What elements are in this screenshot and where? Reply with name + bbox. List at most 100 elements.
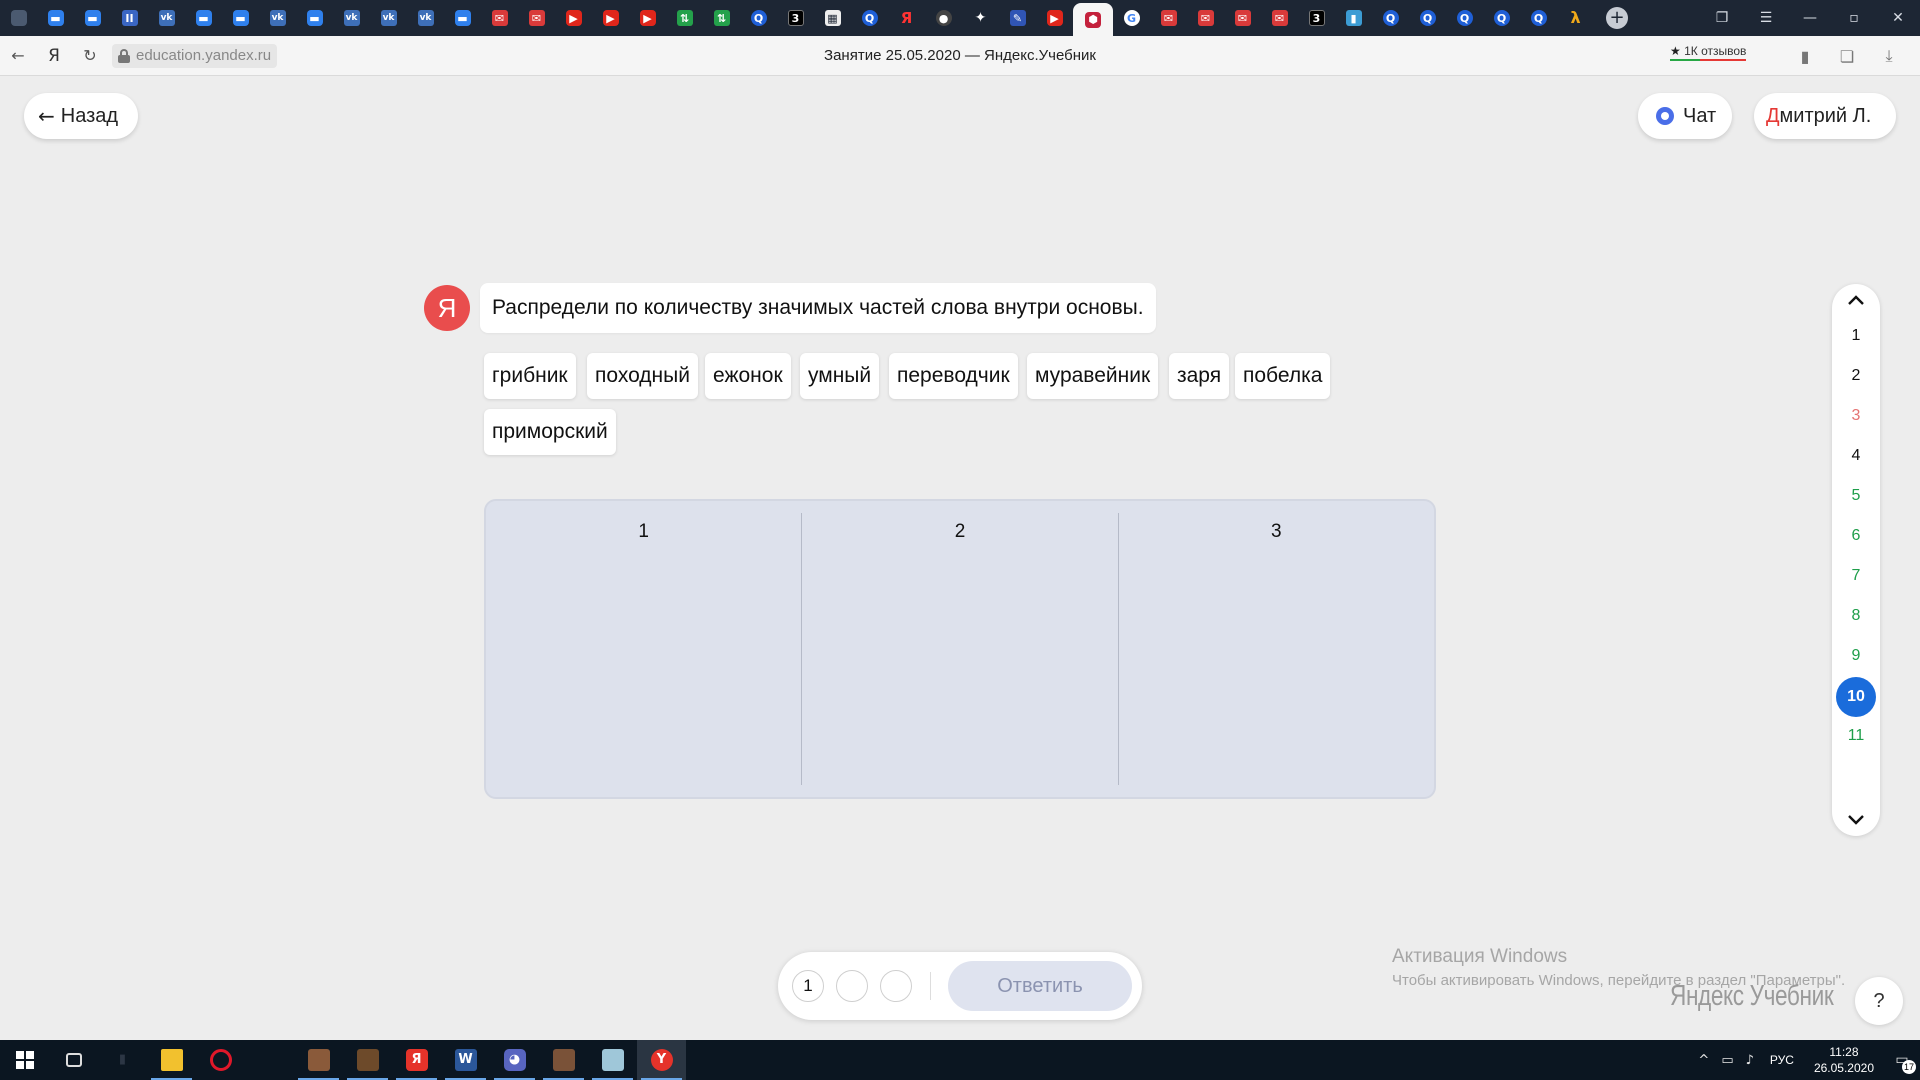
taskbar-app-game-3[interactable] (539, 1040, 588, 1080)
taskbar-app-opera[interactable] (196, 1040, 245, 1080)
clock[interactable]: 11:28 26.05.2020 (1814, 1044, 1874, 1076)
language-indicator[interactable]: РУС (1770, 1053, 1794, 1067)
browser-tab[interactable]: Q (740, 0, 777, 36)
question-number-4[interactable]: 4 (1832, 436, 1880, 476)
browser-tab[interactable]: ▬ (37, 0, 74, 36)
reviews-badge[interactable]: ★ 1К отзывов (1670, 44, 1747, 61)
browser-tab[interactable]: ▮ (1335, 0, 1372, 36)
close-icon[interactable]: ✕ (1876, 10, 1920, 26)
chevron-up-icon[interactable]: ^ (1698, 1053, 1709, 1068)
question-number-6[interactable]: 6 (1832, 516, 1880, 556)
help-button[interactable]: ? (1855, 977, 1903, 1025)
browser-tab[interactable]: Q (851, 0, 888, 36)
notifications-button[interactable]: ▭ 17 (1884, 1040, 1920, 1080)
taskbar-app-ghost[interactable]: ▮ (98, 1040, 147, 1080)
browser-tab[interactable]: Q (1446, 0, 1483, 36)
browser-tab[interactable]: ▶ (1036, 0, 1073, 36)
back-arrow-icon[interactable]: ← (0, 36, 36, 76)
download-icon[interactable]: ⤓ (1868, 46, 1910, 66)
restore-icon[interactable]: ▫ (1832, 10, 1876, 26)
browser-tab[interactable]: ✉ (518, 0, 555, 36)
taskbar-app-game-2[interactable] (343, 1040, 392, 1080)
word-chip-2[interactable]: ежонок (705, 353, 791, 399)
browser-tab[interactable]: ▶ (592, 0, 629, 36)
word-chip-7[interactable]: побелка (1235, 353, 1331, 399)
question-number-11[interactable]: 11 (1832, 716, 1880, 756)
word-chip-0[interactable]: грибник (484, 353, 576, 399)
browser-tab[interactable]: Я (888, 0, 925, 36)
browser-tab[interactable]: ✉ (1261, 0, 1298, 36)
browser-tab[interactable]: ✦ (962, 0, 999, 36)
taskbar-app-game[interactable] (294, 1040, 343, 1080)
word-chip-4[interactable]: переводчик (889, 353, 1018, 399)
chevron-down-icon[interactable] (1832, 814, 1880, 826)
browser-tab[interactable]: ▬ (222, 0, 259, 36)
collections-icon[interactable]: ❏ (1826, 47, 1868, 66)
browser-tab[interactable]: vk (370, 0, 407, 36)
url-field[interactable]: education.yandex.ru (112, 43, 278, 68)
taskbar-app-yandex[interactable]: Я (392, 1040, 441, 1080)
browser-tab[interactable]: ▶ (629, 0, 666, 36)
word-chip-3[interactable]: умный (800, 353, 880, 399)
taskbar-app-blank[interactable] (245, 1040, 294, 1080)
taskbar-app-discord[interactable]: ◕ (490, 1040, 539, 1080)
browser-tab[interactable]: II (111, 0, 148, 36)
browser-tab[interactable] (0, 0, 37, 36)
browser-tab[interactable]: Q (1372, 0, 1409, 36)
browser-tab[interactable]: ▶ (555, 0, 592, 36)
question-number-5[interactable]: 5 (1832, 476, 1880, 516)
browser-tab[interactable]: ✉ (1187, 0, 1224, 36)
question-number-3[interactable]: 3 (1832, 396, 1880, 436)
word-chip-6[interactable]: заря (1169, 353, 1230, 399)
yandex-home-icon[interactable]: Я (36, 36, 72, 76)
browser-tab[interactable]: 3 (777, 0, 814, 36)
word-chip-1[interactable]: походный (587, 353, 698, 399)
taskbar-app-notepad[interactable] (588, 1040, 637, 1080)
browser-tab[interactable]: ✉ (1150, 0, 1187, 36)
chat-button[interactable]: Чат (1638, 93, 1732, 139)
browser-tab[interactable]: ▦ (814, 0, 851, 36)
taskbar-app-yandex-browser[interactable]: Y (637, 1040, 686, 1080)
reload-icon[interactable]: ↻ (72, 36, 108, 76)
back-button[interactable]: ← Назад (24, 93, 138, 139)
volume-icon[interactable]: ♪ (1746, 1053, 1754, 1068)
question-number-1[interactable]: 1 (1832, 316, 1880, 356)
browser-tab[interactable]: λ (1557, 0, 1594, 36)
question-number-7[interactable]: 7 (1832, 556, 1880, 596)
browser-tab[interactable]: ▬ (444, 0, 481, 36)
question-number-2[interactable]: 2 (1832, 356, 1880, 396)
browser-tab[interactable]: ⇅ (703, 0, 740, 36)
browser-tab[interactable]: G (1113, 0, 1150, 36)
browser-tab[interactable]: ▬ (74, 0, 111, 36)
menu-icon[interactable]: ☰ (1744, 10, 1788, 26)
column-drop-zone[interactable] (1119, 553, 1434, 785)
browser-tab[interactable]: ✉ (481, 0, 518, 36)
browser-tab[interactable]: ⬢ (1073, 3, 1113, 36)
question-number-10[interactable]: 10 (1832, 677, 1880, 717)
column-drop-zone[interactable] (486, 553, 801, 785)
browser-tab[interactable]: ▬ (185, 0, 222, 36)
browser-tab[interactable]: ▬ (296, 0, 333, 36)
taskbar-app-explorer[interactable] (147, 1040, 196, 1080)
task-view-button[interactable] (49, 1040, 98, 1080)
browser-tab[interactable]: vk (333, 0, 370, 36)
browser-tab[interactable]: ✎ (999, 0, 1036, 36)
browser-tab[interactable]: vk (259, 0, 296, 36)
browser-tab[interactable]: Q (1409, 0, 1446, 36)
word-chip-8[interactable]: приморский (484, 409, 616, 455)
browser-tab[interactable]: vk (148, 0, 185, 36)
word-chip-5[interactable]: муравейник (1027, 353, 1159, 399)
browser-tab[interactable]: ⇅ (666, 0, 703, 36)
browser-tab[interactable]: 3 (1298, 0, 1335, 36)
start-button[interactable] (0, 1040, 49, 1080)
chevron-up-icon[interactable] (1832, 294, 1880, 306)
network-icon[interactable]: ▭ (1721, 1053, 1733, 1068)
user-menu-button[interactable]: Дмитрий Л. (1754, 93, 1896, 139)
question-number-8[interactable]: 8 (1832, 596, 1880, 636)
taskbar-app-word[interactable]: W (441, 1040, 490, 1080)
browser-tab[interactable]: vk (407, 0, 444, 36)
question-number-9[interactable]: 9 (1832, 636, 1880, 676)
browser-tab[interactable]: Q (1520, 0, 1557, 36)
column-drop-zone[interactable] (802, 553, 1117, 785)
bookmark-icon[interactable]: ▮ (1784, 47, 1826, 66)
